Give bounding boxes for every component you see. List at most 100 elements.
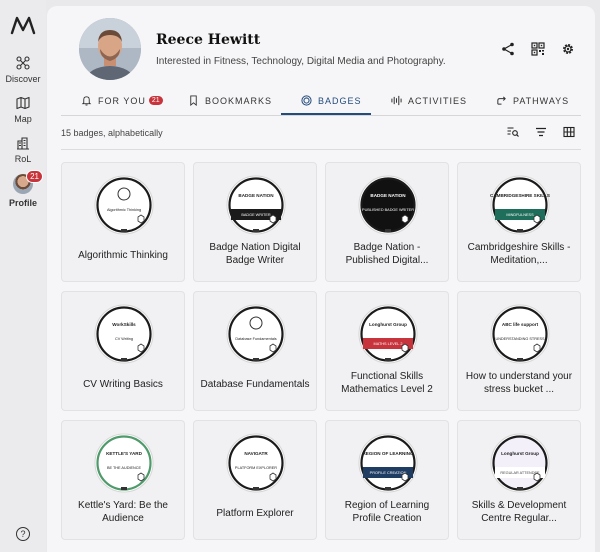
badge-card[interactable]: Longhurst Group REGULAR ATTENDEE Skills & …: [457, 420, 581, 540]
badge-logo-text: BADGE NATION: [238, 193, 274, 198]
nav-map[interactable]: Map: [0, 96, 46, 124]
badge-card[interactable]: KETTLE'S YARD BE THE AUDIENCE Kettle's Yar…: [61, 420, 185, 540]
badge-inner-text: Database Fundamentals: [235, 337, 276, 341]
badge-medal-icon: Longhurst Group MATHS LEVEL 2: [358, 304, 418, 364]
tab-pathways-label: PATHWAYS: [513, 95, 570, 106]
tab-for-you[interactable]: FOR YOU 21: [81, 95, 163, 106]
badge-logo-text: NAVIGATR: [244, 451, 268, 456]
nav-rol[interactable]: RoL: [0, 136, 46, 164]
badge-card[interactable]: CAMBRIDGESHIRE SKILLS MINDFULNESS Cambridg…: [457, 162, 581, 282]
search-list-icon[interactable]: [507, 125, 519, 137]
badge-inner-text: PLATFORM EXPLORER: [235, 466, 277, 470]
tab-activities[interactable]: ACTIVITIES: [391, 95, 467, 106]
badge-card[interactable]: NAVIGATR PLATFORM EXPLORER Platform Explor…: [193, 420, 317, 540]
badge-title: Badge Nation Digital Badge Writer: [209, 242, 301, 266]
badge-card[interactable]: WorkSkills CV Writing CV Writing Basics: [61, 291, 185, 411]
pathways-icon: [497, 96, 506, 105]
settings-gear-icon[interactable]: [561, 42, 575, 56]
sort-icon[interactable]: [535, 125, 547, 137]
badge-title: Functional Skills Mathematics Level 2: [341, 371, 433, 395]
badge-inner-text: CV Writing: [115, 337, 133, 341]
badge-inner-text: Algorithmic Thinking: [107, 208, 141, 212]
badge-icon: [301, 95, 312, 106]
badge-card[interactable]: Algorithmic Thinking Algorithmic Thinking: [61, 162, 185, 282]
divider: [61, 149, 581, 150]
profile-bio: Interested in Fitness, Technology, Digit…: [156, 56, 446, 67]
nav-discover-label: Discover: [5, 74, 41, 84]
badge-title: How to understand your stress bucket ...: [465, 371, 573, 395]
nav-map-label: Map: [14, 114, 32, 124]
badge-card[interactable]: REGION OF LEARNING PROFILE CREATION Region…: [325, 420, 449, 540]
grid-view-icon[interactable]: [563, 125, 575, 138]
badge-inner-text: BADGE WRITER: [241, 213, 271, 217]
badge-logo-text: REGION OF LEARNING: [362, 451, 413, 456]
notification-count-badge: 21: [26, 170, 43, 183]
bookmark-icon: [190, 95, 197, 106]
badge-inner-text: PROFILE CREATION: [370, 471, 407, 475]
badge-inner-text: REGULAR ATTENDEE: [500, 471, 540, 475]
profile-avatar: [79, 18, 141, 80]
badge-card[interactable]: Longhurst Group MATHS LEVEL 2 Functional S…: [325, 291, 449, 411]
badge-logo-text: KETTLE'S YARD: [106, 451, 142, 456]
sidebar: Discover Map RoL 21 Profile ?: [0, 0, 46, 552]
badge-inner-text: BE THE AUDIENCE: [107, 466, 142, 470]
badge-medal-icon: BADGE NATION PUBLISHED BADGE WRITER: [358, 175, 418, 235]
badge-title: Region of Learning Profile Creation: [344, 500, 430, 524]
tab-activities-label: ACTIVITIES: [408, 95, 468, 106]
badge-card[interactable]: BADGE NATION BADGE WRITER Badge Nation Dig…: [193, 162, 317, 282]
view-tools: [507, 125, 575, 138]
map-icon: [16, 96, 30, 110]
bell-icon: [81, 96, 92, 106]
badge-title: Database Fundamentals: [200, 379, 310, 390]
badge-card[interactable]: BADGE NATION PUBLISHED BADGE WRITER Badge …: [325, 162, 449, 282]
badge-logo-text: CAMBRIDGESHIRE SKILLS: [490, 193, 550, 198]
badge-title: Skills & Development Centre Regular...: [471, 500, 567, 524]
badge-medal-icon: CAMBRIDGESHIRE SKILLS MINDFULNESS: [490, 175, 550, 235]
badge-logo-text: WorkSkills: [112, 322, 136, 327]
badge-title: Kettle's Yard: Be the Audience: [78, 500, 168, 524]
badge-logo-text: Longhurst Group: [501, 451, 539, 456]
badge-card[interactable]: Database Fundamentals Database Fundamenta…: [193, 291, 317, 411]
profile-panel: Reece Hewitt Interested in Fitness, Tech…: [47, 6, 595, 552]
tab-badges-label: BADGES: [318, 95, 362, 106]
badge-inner-text: UNDERSTANDING STRESS: [495, 337, 545, 341]
badge-medal-icon: Longhurst Group REGULAR ATTENDEE: [490, 433, 550, 493]
buildings-icon: [17, 137, 29, 150]
tab-for-you-count: 21: [148, 96, 163, 105]
navigatr-logo-icon[interactable]: [9, 14, 37, 36]
badge-medal-icon: Algorithmic Thinking: [94, 175, 154, 235]
badge-title: Algorithmic Thinking: [78, 250, 168, 261]
tab-for-you-label: FOR YOU: [98, 95, 146, 106]
active-tab-indicator: [281, 113, 371, 115]
badge-title: Badge Nation - Published Digital...: [345, 242, 429, 266]
qr-code-icon[interactable]: [531, 42, 545, 56]
profile-tabs: FOR YOU 21 BOOKMARKS BADGES ACTIVITIES P…: [61, 90, 581, 116]
tab-bookmarks[interactable]: BOOKMARKS: [188, 95, 272, 106]
tab-badges[interactable]: BADGES: [301, 95, 362, 106]
badges-summary: 15 badges, alphabetically: [61, 128, 163, 138]
nav-profile[interactable]: 21 Profile: [0, 170, 46, 208]
badge-card[interactable]: ABC life support UNDERSTANDING STRESS How …: [457, 291, 581, 411]
badge-title: Platform Explorer: [216, 508, 294, 519]
avatar: 21: [13, 170, 43, 194]
profile-actions: [501, 42, 575, 56]
nav-discover[interactable]: Discover: [0, 56, 46, 84]
badge-logo-text: BADGE NATION: [370, 193, 406, 198]
badge-logo-text: ABC life support: [502, 322, 539, 327]
badge-inner-text: MATHS LEVEL 2: [374, 342, 403, 346]
help-icon[interactable]: ?: [16, 527, 30, 541]
badge-inner-text: MINDFULNESS: [506, 213, 534, 217]
discover-icon: [16, 56, 30, 70]
badge-medal-icon: BADGE NATION BADGE WRITER: [226, 175, 286, 235]
nav-rol-label: RoL: [14, 154, 32, 164]
badge-logo-text: Longhurst Group: [369, 322, 407, 327]
nav-profile-label: Profile: [8, 198, 37, 208]
badge-title: Cambridgeshire Skills - Meditation,...: [467, 242, 571, 266]
tab-pathways[interactable]: PATHWAYS: [496, 95, 569, 106]
badge-medal-icon: KETTLE'S YARD BE THE AUDIENCE: [94, 433, 154, 493]
badge-medal-icon: WorkSkills CV Writing: [94, 304, 154, 364]
share-icon[interactable]: [501, 42, 515, 56]
badge-title: CV Writing Basics: [83, 379, 163, 390]
tab-bookmarks-label: BOOKMARKS: [205, 95, 273, 106]
badge-medal-icon: Database Fundamentals: [226, 304, 286, 364]
